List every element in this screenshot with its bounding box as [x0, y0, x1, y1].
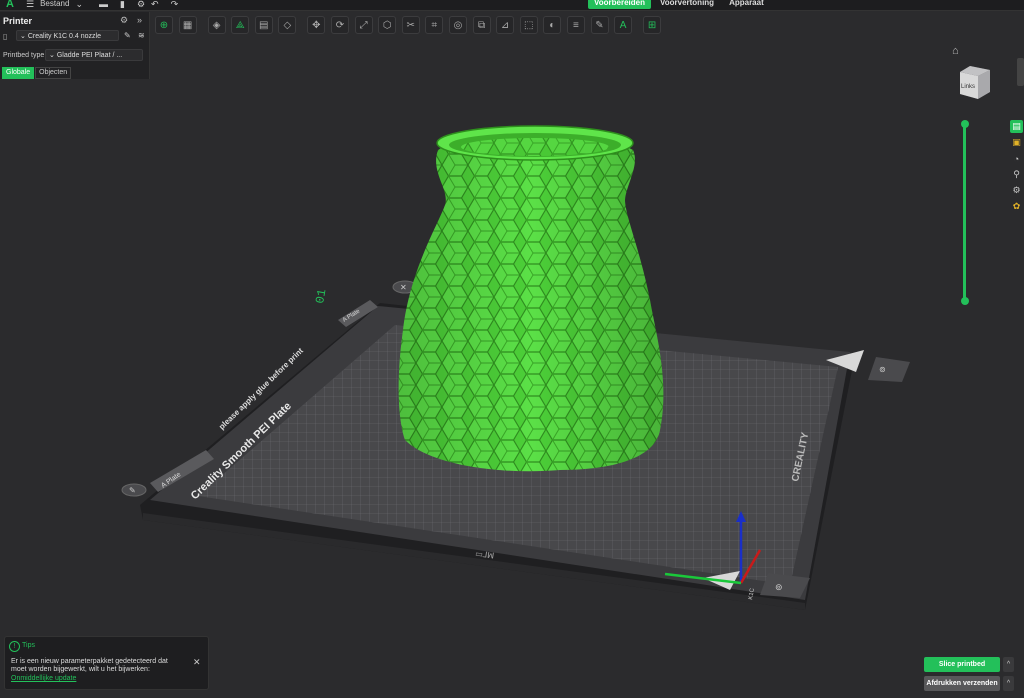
redo-icon[interactable]: ↷	[171, 0, 179, 9]
wifi-icon[interactable]: ≋	[138, 31, 145, 40]
open-folder-icon[interactable]: ▬	[99, 0, 108, 9]
bed-type-select[interactable]: ⌄ Gladde PEI Plaat / ...	[45, 49, 143, 61]
svg-text:✕: ✕	[400, 283, 407, 292]
layer-range-slider[interactable]	[963, 124, 966, 302]
update-now-link[interactable]: Onmiddellijke update	[11, 675, 76, 682]
update-notification: ! Tips Er is een nieuw parameterpakket g…	[4, 636, 209, 690]
orient-icon[interactable]: ◈	[207, 16, 226, 34]
object-list-icon[interactable]: ▤	[1010, 120, 1023, 133]
split-icon[interactable]: ▤	[254, 16, 273, 34]
tab-globale[interactable]: Globale	[2, 67, 35, 79]
notification-text: Er is een nieuw parameterpakket gedetect…	[11, 658, 168, 673]
move-icon[interactable]: ✥	[307, 16, 326, 34]
send-print-button[interactable]: Afdrukken verzenden	[924, 676, 1000, 691]
info-icon: !	[9, 641, 20, 652]
plate-edit-icon[interactable]: ✎	[121, 483, 147, 497]
printer-settings-gear-icon[interactable]: ⚙	[120, 15, 128, 26]
app-logo-icon: A	[6, 0, 14, 10]
tab-apparaat[interactable]: Apparaat	[723, 0, 770, 9]
close-icon[interactable]: ✕	[193, 657, 201, 668]
save-icon[interactable]: ▮	[120, 0, 125, 9]
menu-icon[interactable]: ☰	[26, 0, 34, 9]
warning-icon[interactable]: ▣	[1010, 136, 1023, 149]
speed-gauge-icon[interactable]: ◔	[1010, 152, 1023, 165]
bed-type-value: Gladde PEI Plaat / ...	[56, 52, 123, 59]
layer-slider-bottom-handle[interactable]	[960, 297, 969, 305]
rotate-icon[interactable]: ⟳	[330, 16, 349, 34]
printer-select[interactable]: ⌄ Creality K1C 0.4 nozzle	[16, 30, 119, 41]
cluster-icon[interactable]: ✿	[1010, 200, 1023, 213]
chevron-down-icon: ⌄	[49, 52, 57, 59]
mode-tabs: Voorbereiden Voorvertoning Apparaat	[588, 0, 770, 9]
printer-select-value: Creality K1C 0.4 nozzle	[27, 33, 101, 40]
collapse-panel-icon[interactable]: »	[137, 15, 142, 25]
text-icon[interactable]: ≡	[566, 16, 585, 34]
sd-card-icon: ▯	[3, 32, 8, 41]
collapse-right-panel-button[interactable]	[1017, 58, 1024, 86]
bed-type-label: Printbed type	[3, 52, 45, 59]
svg-text:⊚: ⊚	[879, 365, 886, 374]
edit-printer-icon[interactable]: ✎	[124, 31, 131, 40]
seam-icon[interactable]: ◎	[448, 16, 467, 34]
settings-icon[interactable]: ⚙	[1010, 184, 1023, 197]
scale-icon[interactable]: ⤢	[354, 16, 373, 34]
file-menu[interactable]: Bestand	[40, 0, 69, 9]
settings-gear-icon[interactable]: ⚙	[137, 0, 145, 9]
settings-scope-tabs: Globale Objecten	[2, 67, 72, 79]
printer-panel: Printer ⚙ » ▯ ⌄ Creality K1C 0.4 nozzle …	[0, 12, 150, 79]
grid-icon[interactable]: ▦	[178, 16, 197, 34]
paint-icon[interactable]: ◐	[543, 16, 562, 34]
emboss-icon[interactable]: ⬚	[519, 16, 538, 34]
add-icon[interactable]: ⊕	[155, 16, 173, 34]
chevron-down-icon: ⌄	[20, 33, 28, 40]
brim-icon[interactable]: ⊞	[643, 16, 662, 34]
side-tool-strip: ▤ ▣ ◔ ⚲ ⚙ ✿	[1010, 120, 1023, 213]
layer-icon[interactable]: ◇	[278, 16, 297, 34]
svg-text:✎: ✎	[129, 486, 136, 495]
main-toolbar: ⊕ ▦ ◈ ⟁ ▤ ◇ ✥ ⟳ ⤢ ⬡ ✂ ⌗ ◎ ⧉ ⊿ ⬚ ◐ ≡ ✎ A …	[155, 16, 667, 36]
measure-icon[interactable]: ⊿	[496, 16, 515, 34]
auto-arrange-icon[interactable]: ⟁	[231, 16, 250, 34]
top-bar: A ☰ Bestand ⌄ ▬ ▮ ⚙ ↶ ↷ Voorbereiden Voo…	[0, 0, 1024, 11]
tab-voorvertoning[interactable]: Voorvertoning	[654, 0, 720, 9]
cut-icon[interactable]: ✂	[401, 16, 420, 34]
cube-icon[interactable]: ⬡	[378, 16, 397, 34]
undo-icon[interactable]: ↶	[151, 0, 159, 9]
filament-icon[interactable]: ⚲	[1010, 168, 1023, 181]
view-cube-label: Links	[961, 84, 975, 90]
printer-panel-title: Printer	[3, 16, 33, 26]
tab-voorbereiden[interactable]: Voorbereiden	[588, 0, 651, 9]
plate-number: 01	[313, 288, 329, 305]
slice-options-chevron-icon[interactable]: ^	[1003, 657, 1014, 672]
boolean-icon[interactable]: ⧉	[472, 16, 491, 34]
svg-text:⊚: ⊚	[775, 582, 783, 592]
view-cube[interactable]: Links	[956, 64, 992, 100]
layer-slider-top-handle[interactable]	[960, 120, 969, 128]
home-view-icon[interactable]: ⌂	[952, 45, 959, 57]
slice-button[interactable]: Slice printbed	[924, 657, 1000, 672]
send-options-chevron-icon[interactable]: ^	[1003, 676, 1014, 691]
plate-icon[interactable]: A	[614, 16, 633, 34]
notification-title: Tips	[22, 642, 35, 649]
viewport-3d[interactable]: Creality Smooth PEI Plate please apply g…	[0, 0, 1024, 698]
vase-model[interactable]	[398, 125, 664, 472]
chevron-down-icon[interactable]: ⌄	[75, 0, 83, 9]
tab-objecten[interactable]: Objecten	[35, 67, 72, 79]
assembly-icon[interactable]: ✎	[590, 16, 609, 34]
support-icon[interactable]: ⌗	[425, 16, 444, 34]
